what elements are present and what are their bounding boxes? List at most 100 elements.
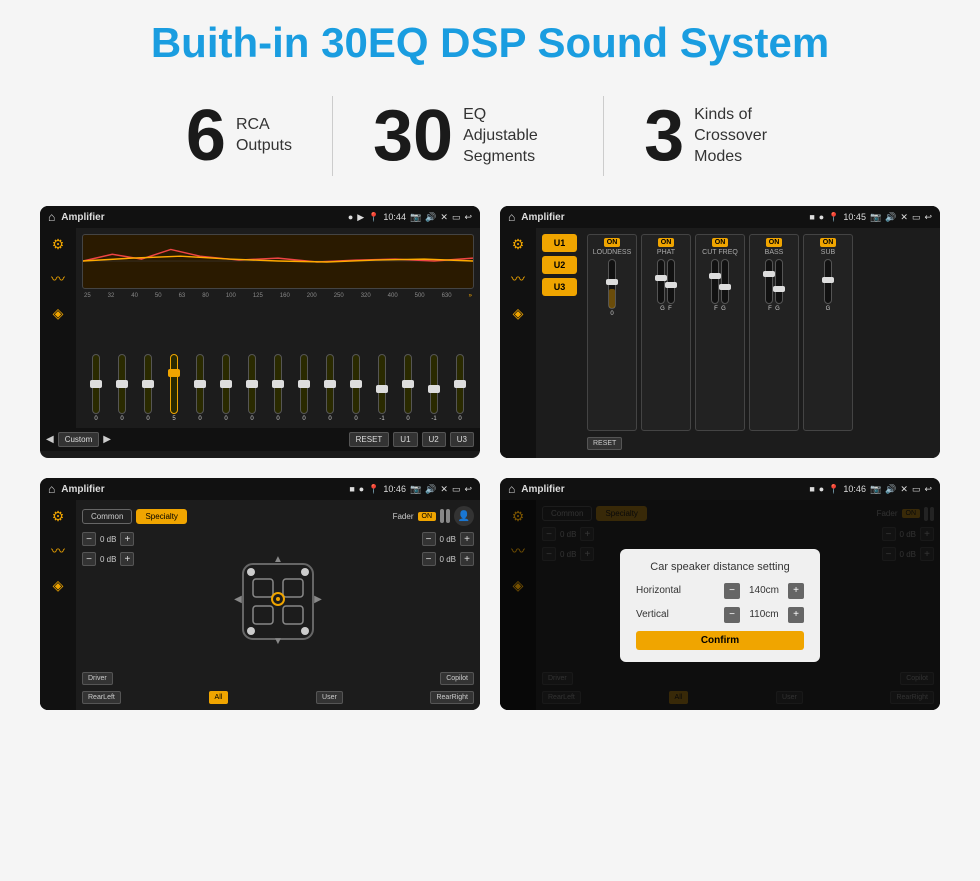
home-icon-3[interactable]: ⌂ bbox=[48, 482, 55, 496]
all-btn[interactable]: All bbox=[209, 691, 229, 704]
person-icon[interactable]: 👤 bbox=[454, 506, 474, 526]
u3-button[interactable]: U3 bbox=[542, 278, 577, 296]
left-minus-btn-1[interactable]: − bbox=[82, 532, 96, 546]
svg-text:▲: ▲ bbox=[273, 554, 283, 565]
speaker-icon-2[interactable]: ◈ bbox=[513, 305, 524, 322]
dialog-title: Car speaker distance setting bbox=[636, 561, 804, 573]
svg-text:◀: ◀ bbox=[234, 594, 242, 605]
wave-icon[interactable]: 〰 bbox=[51, 269, 65, 289]
battery-icon: ▭ bbox=[452, 212, 461, 223]
rearleft-btn[interactable]: RearLeft bbox=[82, 691, 121, 704]
bass-panel: ON BASS F G bbox=[749, 234, 799, 431]
distance-dialog: Car speaker distance setting Horizontal … bbox=[620, 549, 820, 662]
dialog-screen-title: Amplifier bbox=[521, 484, 803, 495]
u3-btn[interactable]: U3 bbox=[450, 432, 474, 447]
speaker-icon-3[interactable]: ◈ bbox=[53, 577, 64, 594]
speaker-layout-area: − 0 dB + − 0 dB + bbox=[82, 532, 474, 666]
wave-icon-2[interactable]: 〰 bbox=[511, 269, 525, 289]
back-icon4[interactable]: ↩ bbox=[924, 484, 932, 495]
speaker-icon[interactable]: ◈ bbox=[53, 305, 64, 322]
back-icon2[interactable]: ↩ bbox=[924, 212, 932, 223]
home-icon-2[interactable]: ⌂ bbox=[508, 210, 515, 224]
cutfreq-on[interactable]: ON bbox=[712, 238, 729, 247]
loudness-slider[interactable] bbox=[608, 259, 616, 309]
prev-arrow[interactable]: ◀ bbox=[46, 434, 54, 445]
left-plus-btn-1[interactable]: + bbox=[120, 532, 134, 546]
eq-slider-11: 0 bbox=[344, 354, 368, 422]
cutfreq-slider-g[interactable] bbox=[721, 259, 729, 304]
eq-icon-3[interactable]: ⚙ bbox=[52, 508, 65, 525]
right-vol-row-1: − 0 dB + bbox=[422, 532, 474, 546]
home-icon-4[interactable]: ⌂ bbox=[508, 482, 515, 496]
pin-icon4: 📍 bbox=[828, 484, 839, 495]
horizontal-minus-btn[interactable]: − bbox=[724, 583, 740, 599]
vertical-minus-btn[interactable]: − bbox=[724, 607, 740, 623]
vertical-plus-btn[interactable]: + bbox=[788, 607, 804, 623]
expand-icon[interactable]: » bbox=[469, 293, 472, 299]
u1-btn[interactable]: U1 bbox=[393, 432, 417, 447]
horizontal-row: Horizontal − 140cm + bbox=[636, 583, 804, 599]
reset-btn[interactable]: RESET bbox=[349, 432, 390, 447]
stat-number-crossover: 3 bbox=[644, 100, 684, 172]
home-icon[interactable]: ⌂ bbox=[48, 210, 55, 224]
cam-icon4: 📷 bbox=[870, 484, 881, 495]
stat-rca: 6 RCAOutputs bbox=[146, 100, 332, 172]
left-minus-btn-2[interactable]: − bbox=[82, 552, 96, 566]
right-vol-row-2: − 0 dB + bbox=[422, 552, 474, 566]
bat-icon3: ▭ bbox=[452, 484, 461, 495]
eq-icon-2[interactable]: ⚙ bbox=[512, 236, 525, 253]
fader-content: ⚙ 〰 ◈ Common Specialty Fader ON 👤 bbox=[40, 500, 480, 710]
sub-on[interactable]: ON bbox=[820, 238, 837, 247]
rearright-btn[interactable]: RearRight bbox=[430, 691, 474, 704]
copilot-btn[interactable]: Copilot bbox=[440, 672, 474, 685]
wave-icon-3[interactable]: 〰 bbox=[51, 541, 65, 561]
back-icon3[interactable]: ↩ bbox=[464, 484, 472, 495]
custom-btn[interactable]: Custom bbox=[58, 432, 100, 447]
bass-label: BASS bbox=[765, 249, 784, 256]
crossover-screen-container: ⌂ Amplifier ■ ● 📍 10:45 📷 🔊 ✕ ▭ ↩ ⚙ 〰 ◈ bbox=[500, 206, 940, 458]
loudness-on[interactable]: ON bbox=[604, 238, 621, 247]
eq-icon[interactable]: ⚙ bbox=[52, 236, 65, 253]
bass-on[interactable]: ON bbox=[766, 238, 783, 247]
driver-btn[interactable]: Driver bbox=[82, 672, 113, 685]
u1-button[interactable]: U1 bbox=[542, 234, 577, 252]
fader-on-badge[interactable]: ON bbox=[418, 512, 437, 521]
cutfreq-panel: ON CUT FREQ F G bbox=[695, 234, 745, 431]
crossover-reset-btn[interactable]: RESET bbox=[587, 437, 622, 450]
loudness-label: LOUDNESS bbox=[593, 249, 632, 256]
eq-slider-13: 0 bbox=[396, 354, 420, 422]
bass-slider-g[interactable] bbox=[775, 259, 783, 304]
right-plus-btn-2[interactable]: + bbox=[460, 552, 474, 566]
next-arrow[interactable]: ▶ bbox=[103, 434, 111, 445]
specialty-tab[interactable]: Specialty bbox=[136, 509, 186, 524]
eq-bottom-bar: ◀ Custom ▶ RESET U1 U2 U3 bbox=[40, 428, 480, 451]
right-minus-btn-1[interactable]: − bbox=[422, 532, 436, 546]
phat-on[interactable]: ON bbox=[658, 238, 675, 247]
fader-bottom-buttons-2: RearLeft All User RearRight bbox=[82, 691, 474, 704]
cutfreq-slider-f[interactable] bbox=[711, 259, 719, 304]
back-icon[interactable]: ↩ bbox=[464, 212, 472, 223]
u2-button[interactable]: U2 bbox=[542, 256, 577, 274]
stat-eq: 30 EQ AdjustableSegments bbox=[333, 100, 603, 172]
horizontal-plus-btn[interactable]: + bbox=[788, 583, 804, 599]
u2-btn[interactable]: U2 bbox=[422, 432, 446, 447]
crossover-reset-row: RESET bbox=[587, 435, 934, 452]
common-tab[interactable]: Common bbox=[82, 509, 132, 524]
confirm-button[interactable]: Confirm bbox=[636, 631, 804, 650]
bass-slider-f[interactable] bbox=[765, 259, 773, 304]
left-plus-btn-2[interactable]: + bbox=[120, 552, 134, 566]
sub-slider[interactable] bbox=[824, 259, 832, 304]
fader-main-area: Common Specialty Fader ON 👤 bbox=[76, 500, 480, 710]
vol-icon3: 🔊 bbox=[425, 484, 436, 495]
phat-panel: ON PHAT G F bbox=[641, 234, 691, 431]
fader-screen-container: ⌂ Amplifier ■ ● 📍 10:46 📷 🔊 ✕ ▭ ↩ ⚙ 〰 ◈ bbox=[40, 478, 480, 710]
eq-freq-labels: 2532405063 80100125160200 25032040050063… bbox=[82, 293, 474, 299]
vertical-value: 110cm bbox=[744, 609, 784, 620]
eq-slider-1: 0 bbox=[84, 354, 108, 422]
right-minus-btn-2[interactable]: − bbox=[422, 552, 436, 566]
phat-slider-f[interactable] bbox=[667, 259, 675, 304]
phat-slider-g[interactable] bbox=[657, 259, 665, 304]
user-btn[interactable]: User bbox=[316, 691, 343, 704]
right-volume-group: − 0 dB + − 0 dB + bbox=[422, 532, 474, 666]
right-plus-btn-1[interactable]: + bbox=[460, 532, 474, 546]
